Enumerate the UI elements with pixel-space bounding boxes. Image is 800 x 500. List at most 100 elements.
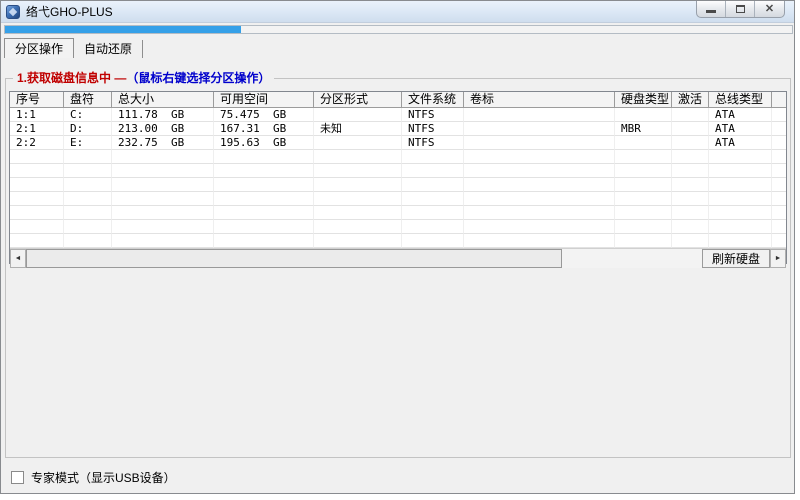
table-cell bbox=[112, 192, 214, 206]
table-cell: 195.63 GB bbox=[214, 136, 314, 150]
table-cell bbox=[402, 206, 464, 220]
table-cell bbox=[314, 234, 402, 248]
table-cell: 232.75 GB bbox=[112, 136, 214, 150]
table-cell: 1:1 bbox=[10, 108, 64, 122]
table-cell bbox=[464, 164, 615, 178]
column-header[interactable]: 序号 bbox=[10, 92, 64, 107]
table-cell: E: bbox=[64, 136, 112, 150]
table-cell bbox=[64, 192, 112, 206]
column-header[interactable]: 分区形式 bbox=[314, 92, 402, 107]
minimize-button[interactable] bbox=[697, 1, 726, 17]
table-cell bbox=[314, 108, 402, 122]
table-cell bbox=[10, 164, 64, 178]
table-cell bbox=[615, 234, 672, 248]
table-cell bbox=[709, 178, 772, 192]
column-header[interactable]: 盘符 bbox=[64, 92, 112, 107]
table-cell bbox=[314, 178, 402, 192]
table-row[interactable]: 2:2E:232.75 GB195.63 GBNTFSATA bbox=[10, 136, 786, 150]
table-cell bbox=[64, 234, 112, 248]
scroll-left-button[interactable]: ◄ bbox=[10, 249, 26, 268]
table-cell: 2:2 bbox=[10, 136, 64, 150]
groupbox-label-hint: （鼠标右键选择分区操作） bbox=[126, 71, 270, 85]
column-header[interactable]: 总大小 bbox=[112, 92, 214, 107]
disk-partition-table: 序号盘符总大小可用空间分区形式文件系统卷标硬盘类型激活总线类型 1:1C:111… bbox=[9, 91, 787, 264]
column-header[interactable]: 总线类型 bbox=[709, 92, 772, 107]
table-row[interactable]: 1:1C:111.78 GB75.475 GBNTFSATA bbox=[10, 108, 786, 122]
table-cell bbox=[615, 206, 672, 220]
table-cell bbox=[615, 178, 672, 192]
table-cell bbox=[464, 206, 615, 220]
groupbox-label: 1.获取磁盘信息中 —（鼠标右键选择分区操作） bbox=[13, 71, 274, 85]
table-cell bbox=[402, 150, 464, 164]
column-header[interactable]: 可用空间 bbox=[214, 92, 314, 107]
table-cell-filler bbox=[772, 206, 786, 220]
table-empty-row bbox=[10, 234, 786, 248]
table-cell bbox=[112, 164, 214, 178]
table-cell bbox=[214, 220, 314, 234]
table-cell bbox=[709, 192, 772, 206]
table-cell bbox=[112, 206, 214, 220]
table-cell bbox=[10, 150, 64, 164]
table-cell-filler bbox=[772, 136, 786, 150]
table-cell bbox=[672, 206, 709, 220]
column-header[interactable]: 文件系统 bbox=[402, 92, 464, 107]
table-cell bbox=[112, 234, 214, 248]
table-cell bbox=[10, 220, 64, 234]
table-empty-row bbox=[10, 178, 786, 192]
table-cell: 未知 bbox=[314, 122, 402, 136]
table-cell bbox=[214, 178, 314, 192]
maximize-icon bbox=[736, 5, 745, 13]
scrollbar-track[interactable] bbox=[562, 249, 702, 268]
table-cell bbox=[615, 164, 672, 178]
maximize-button[interactable] bbox=[726, 1, 755, 17]
table-cell bbox=[64, 206, 112, 220]
column-header[interactable]: 卷标 bbox=[464, 92, 615, 107]
table-cell bbox=[709, 234, 772, 248]
window-controls: ✕ bbox=[696, 1, 785, 18]
table-cell bbox=[672, 108, 709, 122]
table-cell bbox=[214, 234, 314, 248]
column-header[interactable]: 激活 bbox=[672, 92, 709, 107]
table-row[interactable]: 2:1D:213.00 GB167.31 GB未知NTFSMBRATA bbox=[10, 122, 786, 136]
table-cell-filler bbox=[772, 164, 786, 178]
table-cell bbox=[214, 192, 314, 206]
table-cell-filler bbox=[772, 108, 786, 122]
table-cell-filler bbox=[772, 178, 786, 192]
table-cell bbox=[709, 164, 772, 178]
scroll-right-icon: ► bbox=[775, 255, 782, 262]
table-cell bbox=[314, 206, 402, 220]
table-empty-row bbox=[10, 220, 786, 234]
table-empty-row bbox=[10, 206, 786, 220]
expert-mode-checkbox[interactable] bbox=[11, 471, 24, 484]
tab-auto-restore[interactable]: 自动还原 bbox=[74, 40, 143, 58]
table-cell bbox=[314, 164, 402, 178]
expert-mode-label: 专家模式（显示USB设备） bbox=[31, 469, 176, 486]
app-window: 络弋GHO-PLUS ✕ 分区操作 自动还原 1.获取磁盘信息中 —（鼠标右键选… bbox=[0, 0, 795, 494]
window-title: 络弋GHO-PLUS bbox=[26, 3, 113, 20]
refresh-disks-button[interactable]: 刷新硬盘 bbox=[702, 249, 770, 268]
column-header-filler bbox=[772, 92, 786, 107]
scrollbar-thumb[interactable] bbox=[26, 249, 562, 268]
table-cell: ATA bbox=[709, 136, 772, 150]
table-cell: 111.78 GB bbox=[112, 108, 214, 122]
table-cell bbox=[464, 220, 615, 234]
table-cell bbox=[314, 150, 402, 164]
table-cell bbox=[402, 220, 464, 234]
scroll-right-button[interactable]: ► bbox=[770, 249, 786, 268]
scroll-left-icon: ◄ bbox=[15, 255, 22, 262]
tab-partition-operations[interactable]: 分区操作 bbox=[4, 38, 74, 58]
table-cell bbox=[672, 150, 709, 164]
table-cell bbox=[672, 122, 709, 136]
table-cell bbox=[464, 108, 615, 122]
table-cell bbox=[672, 192, 709, 206]
table-empty-row bbox=[10, 164, 786, 178]
table-cell bbox=[615, 150, 672, 164]
table-cell bbox=[214, 164, 314, 178]
column-header[interactable]: 硬盘类型 bbox=[615, 92, 672, 107]
app-icon bbox=[6, 5, 20, 19]
table-header: 序号盘符总大小可用空间分区形式文件系统卷标硬盘类型激活总线类型 bbox=[10, 92, 786, 108]
table-cell: 2:1 bbox=[10, 122, 64, 136]
table-cell-filler bbox=[772, 220, 786, 234]
close-button[interactable]: ✕ bbox=[755, 1, 784, 17]
tab-strip: 分区操作 自动还原 bbox=[4, 38, 143, 58]
